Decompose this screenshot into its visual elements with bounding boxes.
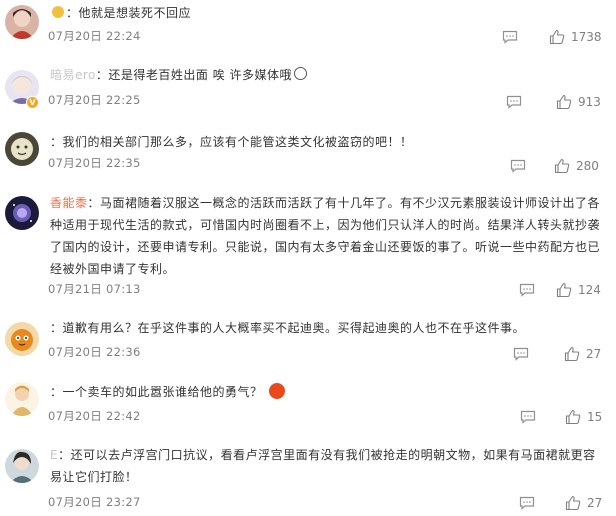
reply-icon[interactable]	[520, 410, 536, 424]
like-count: 27	[586, 347, 602, 361]
thumbs-up-icon	[565, 409, 581, 425]
comment-item: ：一个卖车的如此嚣张谁给他的勇气？ 07月20日 22:42 15	[0, 378, 616, 428]
thumbs-up-icon	[554, 158, 570, 174]
reply-icon[interactable]	[513, 347, 529, 361]
comment-item: E：还可以去卢浮宫门口抗议，看看卢浮宫里面有没有我们被抢走的明朝文物，如果有马面…	[0, 441, 616, 516]
comment-username[interactable]: 香能黍	[50, 196, 88, 210]
comment-text-line: ：我们的相关部门那么多，应该有个能管这类文化被盗窃的吧！！	[50, 135, 413, 149]
comment-text-line: ：道歉有用么？在乎这件事的人大概率买不起迪奥。买得起迪奥的人也不在乎这件事。	[50, 321, 526, 335]
avatar[interactable]	[5, 322, 39, 356]
like-count: 280	[576, 159, 599, 173]
comment-text-line: 暗易ero：还是得老百姓出面 唉 许多媒体哦	[50, 64, 602, 86]
like-count: 15	[587, 410, 603, 424]
smile-emoji-icon	[294, 67, 308, 80]
like-button[interactable]: 27	[564, 346, 601, 362]
avatar[interactable]	[5, 382, 39, 416]
avatar[interactable]	[5, 196, 39, 230]
comment-text-block: E：还可以去卢浮宫门口抗议，看看卢浮宫里面有没有我们被抢走的明朝文物，如果有马面…	[50, 448, 596, 484]
reply-icon[interactable]	[502, 30, 518, 44]
thumbs-up-icon	[556, 282, 572, 298]
comment-item: V 暗易ero：还是得老百姓出面 唉 许多媒体哦 07月20日 22:25 91…	[0, 60, 616, 120]
angry-emoji-icon	[268, 383, 285, 399]
comment-time: 07月20日 22:25	[48, 93, 141, 107]
comment-time: 07月20日 22:36	[48, 345, 141, 359]
like-button[interactable]: 1738	[549, 29, 602, 45]
comment-text: 还可以去卢浮宫门口抗议，看看卢浮宫里面有没有我们被抢走的明朝文物，如果有马面裙就…	[50, 448, 596, 484]
comment-text-block: 香能黍：马面裙随着汉服这一概念的活跃而活跃了有十几年了。有不少汉元素服装设计师设…	[50, 196, 601, 276]
thumbs-up-icon	[556, 94, 572, 110]
comment-time: 07月20日 23:27	[48, 495, 141, 509]
comment-text-line: ：他就是想装死不回应	[50, 2, 602, 24]
avatar[interactable]	[5, 5, 39, 39]
like-button[interactable]: 280	[554, 158, 599, 174]
comment-text: 道歉有用么？在乎这件事的人大概率买不起迪奥。买得起迪奥的人也不在乎这件事。	[62, 321, 526, 335]
comment-text: 我们的相关部门那么多，应该有个能管这类文化被盗窃的吧！！	[62, 135, 413, 149]
thumbs-up-icon	[565, 495, 581, 511]
like-button[interactable]: 124	[556, 282, 601, 298]
comment-item: 香能黍：马面裙随着汉服这一概念的活跃而活跃了有十几年了。有不少汉元素服装设计师设…	[0, 190, 616, 300]
comment-time: 07月20日 22:24	[48, 29, 141, 43]
like-count: 913	[578, 95, 601, 109]
comment-username[interactable]: E	[50, 448, 58, 462]
comment-time: 07月21日 07:13	[48, 282, 141, 296]
reply-icon[interactable]	[506, 95, 522, 109]
comment-text: 马面裙随着汉服这一概念的活跃而活跃了有十几年了。有不少汉元素服装设计师设计出了各…	[50, 196, 601, 276]
comment-username[interactable]: 暗易ero	[50, 68, 96, 82]
like-count: 1738	[571, 30, 602, 44]
comment-text: 他就是想装死不回应	[78, 6, 192, 20]
comment-text: 一个卖车的如此嚣张谁给他的勇气？	[62, 385, 263, 399]
thumbs-up-icon	[549, 29, 565, 45]
avatar[interactable]	[5, 449, 39, 483]
reply-icon[interactable]	[510, 159, 526, 173]
like-count: 27	[587, 496, 603, 510]
reply-icon[interactable]	[519, 283, 535, 297]
like-button[interactable]: 15	[565, 409, 602, 425]
comment-item: ：我们的相关部门那么多，应该有个能管这类文化被盗窃的吧！！ 07月20日 22:…	[0, 126, 616, 176]
like-button[interactable]: 27	[565, 495, 602, 511]
verified-badge-icon: V	[26, 96, 39, 109]
comment-time: 07月20日 22:35	[48, 156, 141, 170]
comment-text-line: ：一个卖车的如此嚣张谁给他的勇气？	[50, 381, 602, 403]
like-count: 124	[578, 283, 601, 297]
thumbs-up-icon	[564, 346, 580, 362]
like-button[interactable]: 913	[556, 94, 601, 110]
username-emoji-icon	[52, 6, 64, 18]
reply-icon[interactable]	[519, 496, 535, 510]
comment-item: ：他就是想装死不回应 07月20日 22:24 1738	[0, 0, 616, 50]
avatar[interactable]	[5, 132, 39, 166]
comment-item: ：道歉有用么？在乎这件事的人大概率买不起迪奥。买得起迪奥的人也不在乎这件事。 0…	[0, 316, 616, 366]
comment-text: 还是得老百姓出面 唉 许多媒体哦	[108, 68, 293, 82]
comment-time: 07月20日 22:42	[48, 409, 141, 423]
